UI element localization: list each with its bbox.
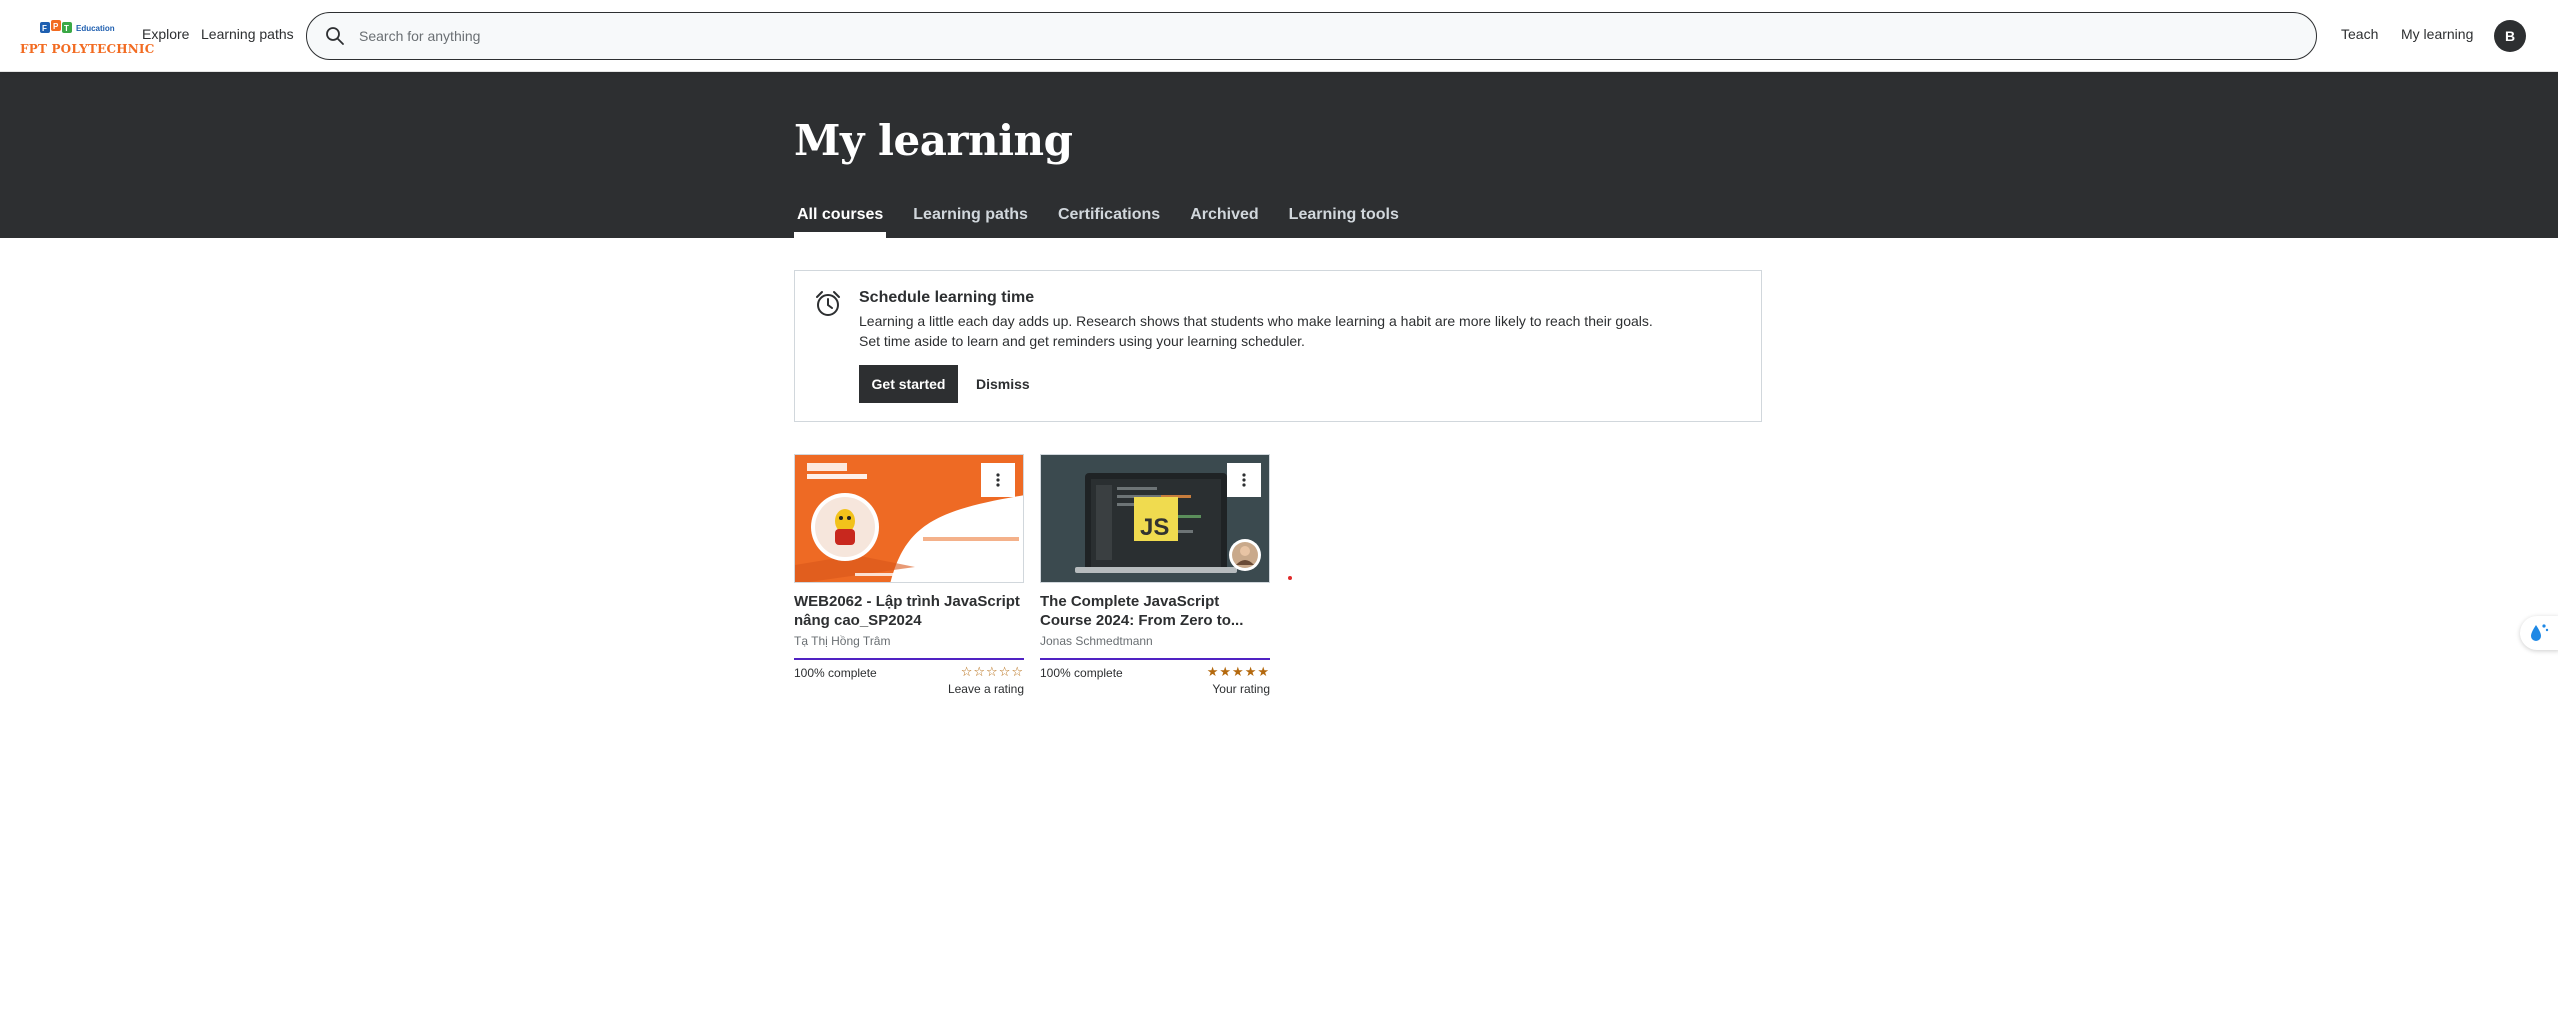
progress-bar	[794, 658, 1024, 660]
schedule-learning-card: Schedule learning time Learning a little…	[794, 270, 1762, 422]
schedule-line-2: Set time aside to learn and get reminder…	[859, 333, 1305, 349]
hero-banner: My learning All courses Learning paths C…	[0, 72, 2558, 238]
search-bar[interactable]	[306, 12, 2317, 60]
course-thumbnail[interactable]	[794, 454, 1024, 583]
star-empty-icon: ☆	[973, 664, 987, 679]
star-filled-icon: ★	[1244, 664, 1258, 679]
fpt-polytechnic-logo[interactable]: F P T Education FPT POLYTECHNIC	[20, 16, 154, 58]
logo-education-text: Education	[76, 24, 115, 33]
water-drop-icon	[2531, 624, 2549, 641]
leave-rating-link[interactable]: Leave a rating	[948, 682, 1024, 696]
course-options-button[interactable]	[981, 463, 1015, 497]
nav-teach[interactable]: Teach	[2341, 26, 2378, 42]
page-title: My learning	[794, 116, 1073, 165]
progress-text: 100% complete	[1040, 666, 1123, 680]
schedule-title: Schedule learning time	[859, 289, 1035, 306]
svg-text:T: T	[64, 24, 69, 33]
alarm-clock-icon	[816, 291, 840, 316]
course-title[interactable]: WEB2062 - Lập trình JavaScript nâng cao_…	[794, 592, 1024, 630]
search-input[interactable]	[359, 13, 2259, 59]
js-badge-text: JS	[1140, 514, 1169, 541]
schedule-description: Learning a little each day adds up. Rese…	[859, 311, 1739, 351]
star-empty-icon: ☆	[960, 664, 974, 679]
course-title[interactable]: The Complete JavaScript Course 2024: Fro…	[1040, 592, 1270, 630]
course-card[interactable]: WEB2062 - Lập trình JavaScript nâng cao_…	[794, 454, 1024, 704]
tab-bar: All courses Learning paths Certification…	[794, 202, 1402, 238]
tab-archived[interactable]: Archived	[1187, 202, 1261, 238]
course-options-button[interactable]	[1227, 463, 1261, 497]
svg-text:P: P	[53, 22, 59, 31]
top-header: F P T Education FPT POLYTECHNIC Explore …	[0, 0, 2558, 72]
rating-stars[interactable]: ☆☆☆☆☆	[961, 664, 1024, 680]
course-card[interactable]: JS The Complete JavaScript Course 2024: …	[1040, 454, 1270, 704]
notification-dot	[1288, 576, 1292, 580]
tab-all-courses[interactable]: All courses	[794, 202, 887, 238]
schedule-line-1: Learning a little each day adds up. Rese…	[859, 313, 1653, 329]
tab-learning-paths[interactable]: Learning paths	[910, 202, 1031, 238]
star-filled-icon: ★	[1232, 664, 1245, 679]
star-filled-icon: ★	[1206, 664, 1220, 679]
star-empty-icon: ☆	[998, 664, 1012, 679]
your-rating-label[interactable]: Your rating	[1212, 682, 1270, 696]
rating-stars[interactable]: ★★★★★	[1207, 664, 1270, 680]
user-avatar[interactable]: B	[2494, 20, 2526, 52]
star-empty-icon: ☆	[1011, 664, 1024, 679]
tab-certifications[interactable]: Certifications	[1055, 202, 1163, 238]
progress-bar	[1040, 658, 1270, 660]
nav-explore[interactable]: Explore	[142, 26, 189, 42]
course-thumbnail[interactable]: JS	[1040, 454, 1270, 583]
nav-learning-paths[interactable]: Learning paths	[201, 26, 294, 42]
search-icon[interactable]	[325, 26, 345, 46]
star-empty-icon: ☆	[986, 664, 999, 679]
svg-text:F: F	[42, 24, 47, 33]
dismiss-button[interactable]: Dismiss	[970, 365, 1036, 403]
star-filled-icon: ★	[1257, 664, 1270, 679]
course-instructor: Jonas Schmedtmann	[1040, 634, 1153, 648]
more-vertical-icon	[996, 473, 1000, 487]
star-filled-icon: ★	[1219, 664, 1233, 679]
progress-text: 100% complete	[794, 666, 877, 680]
nav-my-learning[interactable]: My learning	[2401, 26, 2473, 42]
logo-polytechnic-text: FPT POLYTECHNIC	[20, 42, 155, 56]
tab-learning-tools[interactable]: Learning tools	[1286, 202, 1402, 238]
more-vertical-icon	[1242, 473, 1246, 487]
floating-widget-button[interactable]	[2520, 616, 2558, 650]
course-instructor: Tạ Thị Hồng Trâm	[794, 634, 891, 648]
get-started-button[interactable]: Get started	[859, 365, 958, 403]
